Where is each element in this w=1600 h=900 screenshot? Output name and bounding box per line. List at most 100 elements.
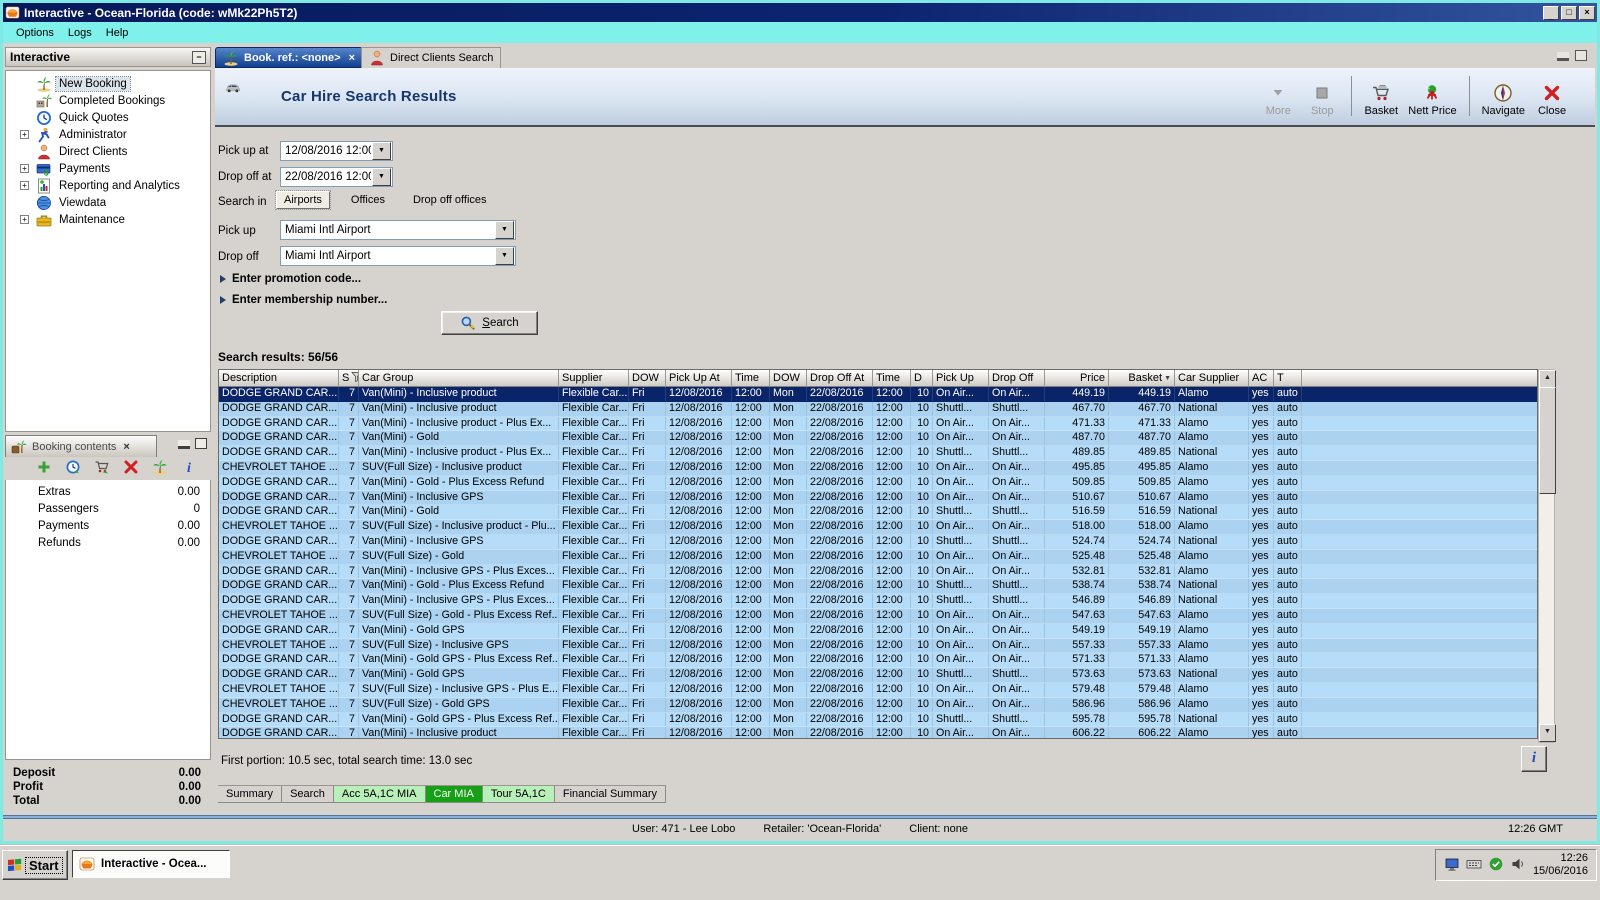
column-header-price[interactable]: Price <box>1045 370 1109 387</box>
column-header-pick-up-at[interactable]: Pick Up At <box>666 370 732 387</box>
panel-minimize-icon[interactable] <box>178 440 190 449</box>
devices-icon[interactable] <box>1488 856 1504 875</box>
column-header-pick-up[interactable]: Pick Up <box>933 370 989 387</box>
start-button[interactable]: Start <box>2 850 68 880</box>
column-header-basket[interactable]: Basket ▼ <box>1109 370 1175 387</box>
keyboard-layout-icon[interactable] <box>1466 856 1482 875</box>
toolbar-nett-price-button[interactable]: Nett Price <box>1408 83 1457 117</box>
result-row[interactable]: DODGE GRAND CAR... 7 Van(Mini) - Gold GPS F… <box>219 668 1537 683</box>
expand-plus-icon[interactable]: + <box>20 215 29 224</box>
result-row[interactable]: DODGE GRAND CAR... 7 Van(Mini) - Gold GPS … <box>219 653 1537 669</box>
expand-plus-icon[interactable]: + <box>20 164 29 173</box>
sidebar-item-new-booking[interactable]: New Booking <box>6 75 210 92</box>
column-header-t[interactable]: T <box>1274 370 1302 387</box>
scroll-down-icon[interactable]: ▼ <box>1539 724 1556 742</box>
booking-contents-row[interactable]: Payments 0.00 <box>6 517 210 534</box>
sidebar-item-administrator[interactable]: + Administrator <box>6 126 210 143</box>
booking-contents-tab[interactable]: Booking contents × <box>5 435 157 457</box>
result-row[interactable]: DODGE GRAND CAR... 7 Van(Mini) - Inclusive… <box>219 490 1537 506</box>
chevron-down-icon[interactable]: ▼ <box>372 142 391 160</box>
scroll-up-icon[interactable]: ▲ <box>1539 370 1556 388</box>
result-row[interactable]: DODGE GRAND CAR... 7 Van(Mini) - Gold GPS … <box>219 712 1537 728</box>
column-header-time[interactable]: Time <box>873 370 911 387</box>
menu-help[interactable]: Help <box>99 25 136 41</box>
bottom-tab-acc-5a-1c-mia[interactable]: Acc 5A,1C MIA <box>333 786 426 803</box>
result-row[interactable]: DODGE GRAND CAR... 7 Van(Mini) - Gold GPS F… <box>219 623 1537 639</box>
column-header-time[interactable]: Time <box>732 370 770 387</box>
menu-options[interactable]: Options <box>9 25 61 41</box>
booking-contents-row[interactable]: Passengers 0 <box>6 500 210 517</box>
result-row[interactable]: CHEVROLET TAHOE ... 7 SUV(Full Size) - Gol… <box>219 549 1537 565</box>
sidebar-collapse-button[interactable]: − <box>192 50 206 64</box>
pickup-combo[interactable]: Miami Intl Airport ▼ <box>280 220 516 240</box>
info-button[interactable]: i <box>1521 746 1547 772</box>
search-in-drop-off-offices[interactable]: Drop off offices <box>406 192 494 208</box>
result-row[interactable]: DODGE GRAND CAR... 7 Van(Mini) - Gold Flexi… <box>219 505 1537 521</box>
booking-toolbar-delete-icon[interactable] <box>123 459 139 478</box>
pickup-at-combo[interactable]: 12/08/2016 12:00 ▼ <box>280 141 393 161</box>
bottom-tab-tour-5a-1c[interactable]: Tour 5A,1C <box>482 786 555 803</box>
column-header-description[interactable]: Description <box>219 370 339 387</box>
taskbar-task-interactive[interactable]: Interactive - Ocea... <box>72 850 230 878</box>
result-row[interactable]: CHEVROLET TAHOE ... 7 SUV(Full Size) - Inc… <box>219 638 1537 654</box>
membership-number-link[interactable]: Enter membership number... <box>220 294 387 306</box>
tabgroup-minimize-icon[interactable] <box>1557 52 1569 61</box>
result-row[interactable]: DODGE GRAND CAR... 7 Van(Mini) - Gold - Pl… <box>219 475 1537 491</box>
search-button[interactable]: Search <box>441 311 538 335</box>
booking-toolbar-palm-tree-icon[interactable] <box>152 459 168 478</box>
booking-toolbar-add-icon[interactable] <box>36 459 52 478</box>
promotion-code-link[interactable]: Enter promotion code... <box>220 273 361 285</box>
tabgroup-maximize-icon[interactable] <box>1575 50 1587 61</box>
volume-icon[interactable] <box>1510 856 1526 875</box>
toolbar-close-button[interactable]: Close <box>1535 83 1569 117</box>
booking-toolbar-cart-go-icon[interactable] <box>94 459 110 478</box>
sidebar-item-maintenance[interactable]: + Maintenance <box>6 211 210 228</box>
sidebar-item-reporting-and-analytics[interactable]: + Reporting and Analytics <box>6 177 210 194</box>
result-row[interactable]: CHEVROLET TAHOE ... 7 SUV(Full Size) - Gol… <box>219 697 1537 713</box>
result-row[interactable]: DODGE GRAND CAR... 7 Van(Mini) - Gold - Pl… <box>219 579 1537 595</box>
result-row[interactable]: DODGE GRAND CAR... 7 Van(Mini) - Inclusive… <box>219 594 1537 609</box>
minimize-button[interactable]: _ <box>1543 5 1559 21</box>
maximize-button[interactable]: □ <box>1561 5 1577 20</box>
booking-toolbar-quick-quote-icon[interactable] <box>65 459 81 478</box>
booking-contents-row[interactable]: Refunds 0.00 <box>6 534 210 551</box>
result-row[interactable]: DODGE GRAND CAR... 7 Van(Mini) - Inclusive… <box>219 564 1537 580</box>
result-row[interactable]: DODGE GRAND CAR... 7 Van(Mini) - Inclusive… <box>219 446 1537 461</box>
search-in-airports[interactable]: Airports <box>275 190 331 210</box>
chevron-down-icon[interactable]: ▼ <box>495 247 514 265</box>
display-icon[interactable] <box>1444 856 1460 875</box>
bottom-tab-car-mia[interactable]: Car MIA <box>425 786 483 803</box>
sidebar-item-viewdata[interactable]: Viewdata <box>6 194 210 211</box>
search-in-offices[interactable]: Offices <box>344 192 392 208</box>
sidebar-item-quick-quotes[interactable]: Quick Quotes <box>6 109 210 126</box>
column-header-s[interactable]: S <box>339 370 359 387</box>
booking-contents-close-icon[interactable]: × <box>123 441 129 453</box>
column-header-dow[interactable]: DOW <box>770 370 807 387</box>
result-row[interactable]: DODGE GRAND CAR... 7 Van(Mini) - Gold Flexi… <box>219 431 1537 447</box>
toolbar-navigate-button[interactable]: Navigate <box>1482 83 1525 117</box>
column-header-drop-off[interactable]: Drop Off <box>989 370 1045 387</box>
column-header-ac[interactable]: AC <box>1249 370 1274 387</box>
menu-logs[interactable]: Logs <box>61 25 99 41</box>
booking-contents-row[interactable]: Extras 0.00 <box>6 483 210 500</box>
bottom-tab-summary[interactable]: Summary <box>218 786 283 803</box>
booking-toolbar-info-icon[interactable]: i <box>181 459 197 478</box>
chevron-down-icon[interactable]: ▼ <box>495 221 514 239</box>
tab-close-icon[interactable]: × <box>349 52 355 64</box>
vertical-scrollbar[interactable]: ▲ ▼ <box>1538 369 1556 743</box>
chevron-down-icon[interactable]: ▼ <box>372 168 391 186</box>
column-header-supplier[interactable]: Supplier <box>559 370 629 387</box>
result-row[interactable]: DODGE GRAND CAR... 7 Van(Mini) - Inclusive… <box>219 416 1537 432</box>
bottom-tab-financial-summary[interactable]: Financial Summary <box>554 786 667 803</box>
result-row[interactable]: CHEVROLET TAHOE ... 7 SUV(Full Size) - Inc… <box>219 682 1537 698</box>
result-row[interactable]: CHEVROLET TAHOE ... 7 SUV(Full Size) - Inc… <box>219 460 1537 476</box>
panel-maximize-icon[interactable] <box>195 438 207 449</box>
column-header-car-group[interactable]: Car Group <box>359 370 559 387</box>
bottom-tab-search[interactable]: Search <box>282 786 334 803</box>
tab-direct-clients-search[interactable]: Direct Clients Search <box>361 47 502 68</box>
dropoff-combo[interactable]: Miami Intl Airport ▼ <box>280 246 516 266</box>
column-header-car-supplier[interactable]: Car Supplier <box>1175 370 1249 387</box>
result-row[interactable]: DODGE GRAND CAR... 7 Van(Mini) - Inclusive… <box>219 387 1537 402</box>
toolbar-basket-button[interactable]: Basket <box>1364 83 1398 117</box>
sidebar-item-payments[interactable]: + $ Payments <box>6 160 210 177</box>
